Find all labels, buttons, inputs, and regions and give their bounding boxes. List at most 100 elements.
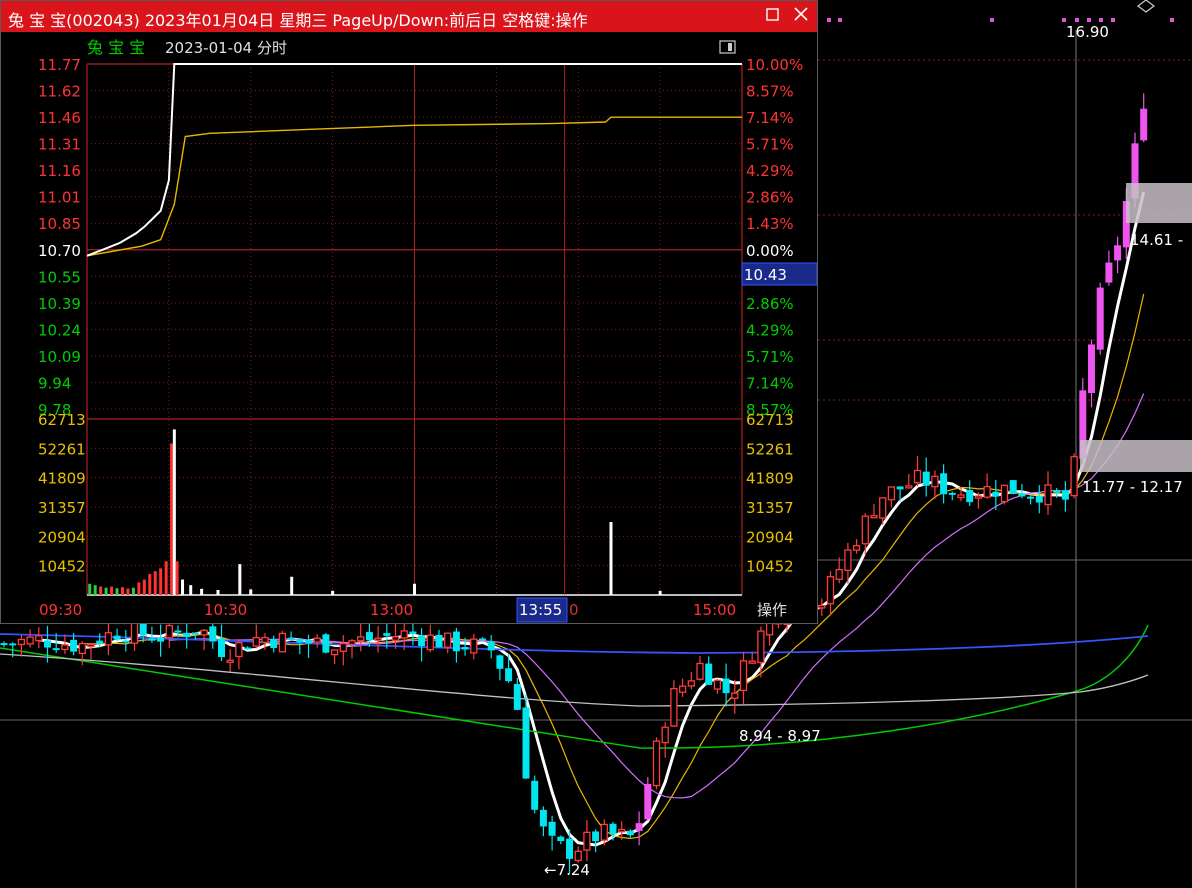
kline-candle (513, 684, 521, 710)
kline-candle (818, 604, 826, 609)
intraday-popup-window[interactable]: 兔 宝 宝(002043) 2023年01月04日 星期三 PageUp/Dow… (0, 0, 818, 624)
volume-bar (238, 564, 242, 595)
kline-candle (505, 668, 513, 682)
kline-candle (305, 639, 312, 644)
kline-candle (983, 485, 991, 498)
kline-candle (879, 497, 887, 519)
kline-candle (539, 809, 547, 827)
kline-candle (348, 640, 356, 646)
kline-candle (496, 655, 504, 669)
kline-candle (531, 780, 539, 810)
price-axis-label: 10.24 (38, 321, 81, 339)
volume-axis-label: 20904 (38, 528, 86, 546)
kline-candle (1009, 480, 1017, 494)
volume-bar (200, 588, 204, 595)
percent-axis-label: 5.71% (746, 136, 794, 154)
kline-candle (17, 638, 26, 646)
close-button[interactable] (793, 6, 809, 27)
panel-toggle-icon[interactable] (719, 40, 736, 54)
intraday-chart[interactable]: 11.77 10.00% 11.62 8.57% 11.46 7.14% 11.31 5.71… (1, 32, 817, 623)
volume-bar (120, 587, 124, 595)
kline-candle (26, 636, 34, 645)
kline-candle (322, 634, 330, 653)
popup-title-bar[interactable]: 兔 宝 宝(002043) 2023年01月04日 星期三 PageUp/Dow… (1, 1, 817, 32)
ma120-line (0, 653, 1149, 707)
scroll-arrow-icon[interactable] (1137, 0, 1155, 13)
volume-bar (181, 579, 185, 595)
volume-bar (290, 576, 294, 595)
kline-candle (696, 662, 704, 680)
kline-candle (609, 823, 617, 835)
cursor-tail-label: 0 (569, 601, 579, 619)
maximize-button[interactable] (765, 6, 781, 27)
kline-candle (44, 640, 51, 648)
kline-candle (452, 631, 460, 652)
top-marker-dots (827, 18, 831, 22)
volume-axis-label: 52261 (38, 440, 86, 458)
percent-axis-label: 10.00% (746, 56, 803, 74)
volume-axis-label: 31357 (38, 499, 86, 517)
kline-candle (705, 663, 713, 685)
volume-axis-label-right: 31357 (746, 499, 794, 517)
kline-candle (835, 568, 843, 580)
volume-bar (99, 586, 103, 595)
kline-candle (713, 679, 722, 690)
volume-bar (126, 588, 130, 595)
operate-button[interactable]: 操作 (757, 601, 787, 619)
kline-candle (87, 643, 95, 648)
kline-candle (966, 489, 974, 503)
volume-bar (175, 561, 179, 595)
kline-candle (1070, 456, 1078, 497)
volume-bar (137, 582, 141, 595)
kline-candle (652, 740, 661, 787)
kline-candle (479, 638, 486, 641)
kline-candle (592, 831, 600, 842)
percent-axis-label: 5.71% (746, 348, 794, 366)
kline-candle (931, 475, 939, 488)
kline-candle (661, 726, 669, 744)
kline-candle (1096, 287, 1104, 350)
high-price-label: 16.90 (1066, 23, 1109, 41)
volume-bar (170, 443, 174, 595)
kline-candle (104, 632, 113, 646)
price-axis-label: 11.46 (38, 109, 81, 127)
kline-candle (522, 707, 530, 779)
kline-candle (826, 576, 835, 605)
volume-bar (172, 429, 176, 595)
kline-candle (200, 629, 208, 636)
percent-axis-label: 2.86% (746, 295, 794, 313)
popup-title: 兔 宝 宝(002043) 2023年01月04日 星期三 PageUp/Dow… (8, 11, 588, 30)
kline-candle (261, 636, 269, 643)
volume-axis-label-right: 10452 (746, 558, 794, 576)
time-axis-label: 10:30 (204, 601, 247, 619)
kline-candle (122, 640, 130, 643)
kline-candle (1114, 245, 1122, 261)
kline-candle (148, 638, 156, 641)
volume-bar (148, 573, 152, 595)
kline-candle (61, 644, 69, 651)
kline-candle (644, 783, 652, 820)
kline-candle (365, 632, 373, 641)
percent-axis-label: 8.57% (746, 83, 794, 101)
kline-candle (191, 632, 199, 635)
percent-axis-label: 1.43% (746, 215, 794, 233)
percent-axis-label: 7.14% (746, 374, 794, 392)
kline-candle (618, 828, 626, 833)
kline-candle (957, 494, 965, 499)
kline-candle (678, 685, 687, 693)
volume-bar (189, 585, 193, 595)
kline-candle (209, 626, 217, 642)
kline-candle (974, 495, 983, 499)
volume-bar (413, 583, 416, 595)
volume-bar (164, 561, 168, 595)
square-icon (766, 8, 779, 21)
kline-candle (739, 660, 748, 692)
kline-candle (1000, 484, 1009, 503)
kline-candle (426, 634, 434, 651)
ma60-line (0, 624, 1149, 749)
kline-candle (0, 643, 8, 646)
price-axis-label: 11.16 (38, 162, 81, 180)
kline-candle (35, 635, 43, 642)
kline-candle (461, 647, 469, 650)
kline-candle (1088, 344, 1095, 393)
